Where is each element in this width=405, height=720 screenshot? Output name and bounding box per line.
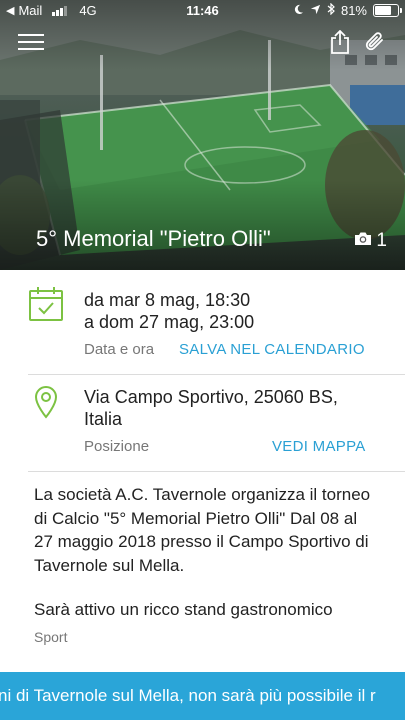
scrolling-banner[interactable]: ni di Tavernole sul Mella, non sarà più … <box>0 672 405 720</box>
share-icon[interactable] <box>325 30 355 54</box>
save-calendar-button[interactable]: SALVA NEL CALENDARIO <box>179 341 365 358</box>
date-section: da mar 8 mag, 18:30 a dom 27 mag, 23:00 … <box>0 270 405 374</box>
photo-count-value: 1 <box>376 230 387 251</box>
hero-image[interactable]: ◀ Mail 4G 11:46 81% 5° Memorial "Pietro … <box>0 0 405 270</box>
location-label: Posizione <box>84 438 150 455</box>
battery-icon <box>373 4 402 17</box>
location-pin-icon <box>34 385 58 424</box>
divider <box>28 471 405 472</box>
menu-icon[interactable] <box>16 30 46 54</box>
photo-count[interactable]: 1 <box>354 230 387 252</box>
event-start: da mar 8 mag, 18:30 <box>84 290 251 310</box>
event-description-extra: Sarà attivo un ricco stand gastronomico <box>34 600 333 619</box>
event-description: La società A.C. Tavernole organizza il t… <box>34 485 371 575</box>
banner-text: ni di Tavernole sul Mella, non sarà più … <box>0 686 376 705</box>
bluetooth-icon <box>327 2 335 18</box>
view-map-button[interactable]: VEDI MAPPA <box>272 438 366 455</box>
address-line-2: Italia <box>84 409 123 429</box>
event-title: 5° Memorial "Pietro Olli" <box>36 226 271 251</box>
camera-icon <box>354 230 372 252</box>
location-arrow-icon <box>310 3 321 18</box>
moon-icon <box>293 3 304 18</box>
address-line-1: Via Campo Sportivo, 25060 BS, <box>84 387 338 407</box>
attachment-icon[interactable] <box>360 30 390 54</box>
status-bar: ◀ Mail 4G 11:46 81% <box>0 0 405 22</box>
battery-percent: 81% <box>340 3 367 18</box>
location-section: Via Campo Sportivo, 25060 BS, Italia Pos… <box>0 375 405 471</box>
calendar-icon <box>28 286 64 327</box>
event-end: a dom 27 mag, 23:00 <box>84 312 255 332</box>
event-category: Sport <box>34 629 68 645</box>
date-label: Data e ora <box>84 341 155 358</box>
